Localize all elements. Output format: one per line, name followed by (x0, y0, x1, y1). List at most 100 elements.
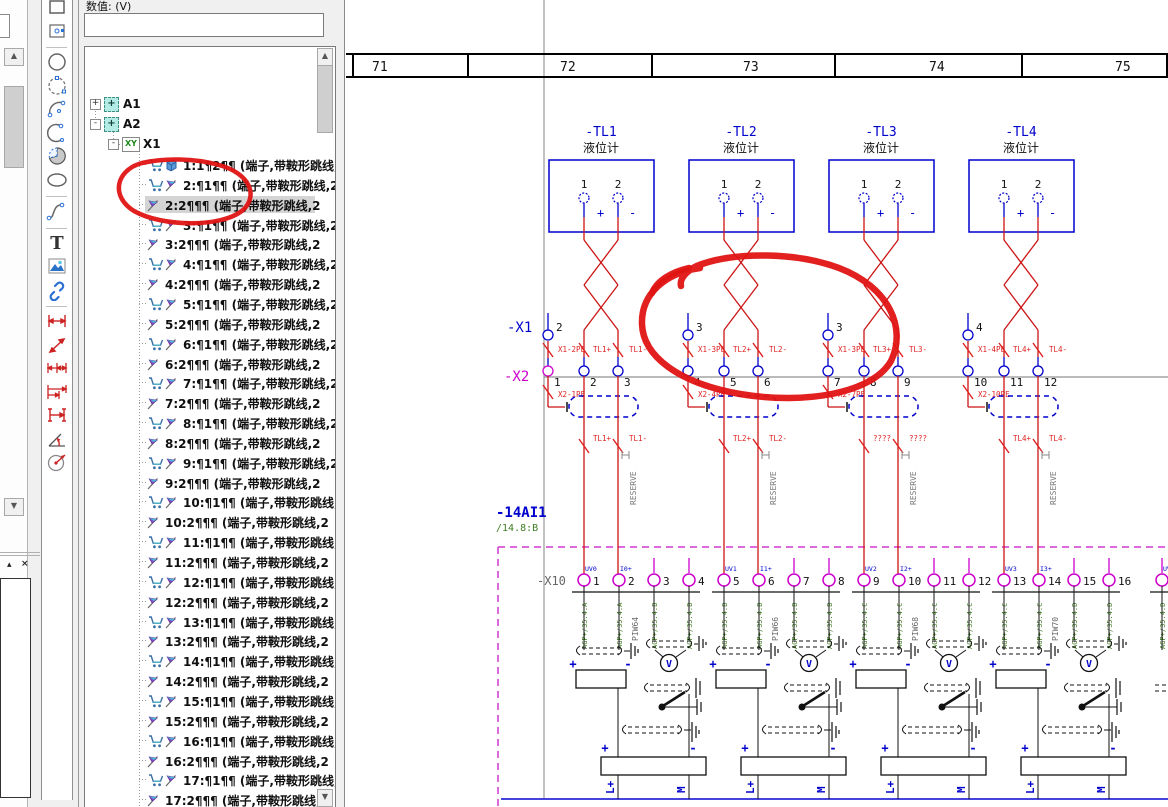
x2-terminal[interactable] (859, 366, 869, 376)
tree-item-terminal[interactable]: 4:2¶¶¶ (端子,带鞍形跳线,2 (146, 275, 314, 293)
rectangle-tool-icon[interactable] (45, 0, 69, 18)
x10-terminal[interactable] (683, 574, 695, 586)
image-tool-icon[interactable] (45, 255, 69, 277)
dimension-radius-tool-icon[interactable] (45, 451, 69, 473)
x10-terminal[interactable] (753, 574, 765, 586)
x10-terminal[interactable] (893, 574, 905, 586)
tree-expander[interactable]: + (90, 99, 101, 110)
tree-item-terminal[interactable]: 5:¶1¶¶ (端子,带鞍形跳线,2 (146, 295, 314, 313)
tree-item-terminal[interactable]: 11:¶1¶¶ (端子,带鞍形跳线,2 (146, 533, 314, 551)
tree-item-terminal[interactable]: 10:2¶¶¶ (端子,带鞍形跳线,2 (146, 513, 314, 531)
x2-terminal[interactable] (753, 366, 763, 376)
x1-terminal[interactable] (823, 330, 833, 340)
scroll-thumb[interactable] (4, 86, 24, 168)
x10-terminal[interactable] (1068, 574, 1080, 586)
mini-docked-panel[interactable] (0, 578, 31, 798)
x10-terminal[interactable] (1103, 574, 1115, 586)
x10-terminal[interactable] (928, 574, 940, 586)
x10-terminal[interactable] (718, 574, 730, 586)
tree-scroll-thumb[interactable] (317, 65, 333, 133)
dimension-chain-tool-icon[interactable] (45, 357, 69, 379)
image-section-tool-icon[interactable] (45, 20, 69, 42)
device-pin[interactable] (859, 193, 869, 203)
tree-item-terminal[interactable]: 11:2¶¶¶ (端子,带鞍形跳线,2 (146, 553, 314, 571)
x10-terminal[interactable] (823, 574, 835, 586)
x2-terminal[interactable] (1033, 366, 1043, 376)
device-pin[interactable] (719, 193, 729, 203)
tree-item-terminal[interactable]: 15:2¶¶¶ (端子,带鞍形跳线,2 (146, 712, 314, 730)
ellipse-tool-icon[interactable] (45, 169, 69, 191)
dimension-baseline-tool-icon[interactable] (45, 381, 69, 403)
x10-terminal[interactable] (1156, 574, 1168, 586)
x2-terminal[interactable] (893, 366, 903, 376)
tree-item-terminal[interactable]: 3:2¶¶¶ (端子,带鞍形跳线,2 (146, 235, 314, 253)
tree-expander[interactable]: - (90, 119, 101, 130)
arc-3point-tool-icon[interactable] (45, 98, 69, 120)
device-pin[interactable] (999, 193, 1009, 203)
x10-terminal[interactable] (788, 574, 800, 586)
x10-terminal[interactable] (1033, 574, 1045, 586)
x10-terminal[interactable] (578, 574, 590, 586)
tree-item-terminal[interactable]: 8:¶1¶¶ (端子,带鞍形跳线,2 (146, 414, 314, 432)
partial-input-field[interactable] (0, 14, 10, 38)
tree-item-terminal[interactable]: 9:¶1¶¶ (端子,带鞍形跳线,2 (146, 454, 314, 472)
hyperlink-tool-icon[interactable] (45, 279, 69, 301)
tree-item-terminal[interactable]: 12:¶1¶¶ (端子,带鞍形跳线,2 (146, 573, 314, 591)
tree-item-terminal[interactable]: 1:1¶2¶¶ (端子,带鞍形跳线,2 (146, 156, 314, 174)
x1-terminal[interactable] (683, 330, 693, 340)
dimension-linear-tool-icon[interactable] (45, 310, 69, 332)
tree-item-terminal[interactable]: 8:2¶¶¶ (端子,带鞍形跳线,2 (146, 434, 314, 452)
tree-item-terminal[interactable]: 14:¶1¶¶ (端子,带鞍形跳线,2 (146, 652, 314, 670)
arc-tool-icon[interactable] (45, 122, 69, 144)
tree-expander[interactable]: - (108, 139, 119, 150)
x2-terminal[interactable] (823, 366, 833, 376)
tree-item-terminal[interactable]: 3:¶1¶¶ (端子,带鞍形跳线,2 (146, 216, 314, 234)
tree-item-terminal[interactable]: 2:¶1¶¶ (端子,带鞍形跳线,2 (146, 176, 314, 194)
tree-item-terminal[interactable]: 4:¶1¶¶ (端子,带鞍形跳线,2 (146, 255, 314, 273)
tree-item-terminal[interactable]: 17:2¶¶¶ (端子,带鞍形跳线,2 (146, 791, 314, 807)
tree-item-terminal[interactable]: 6:2¶¶¶ (端子,带鞍形跳线,2 (146, 355, 314, 373)
tree-item-terminal[interactable]: 15:¶1¶¶ (端子,带鞍形跳线,2 (146, 692, 314, 710)
value-input[interactable] (84, 13, 324, 37)
tree-item-terminal[interactable]: 7:¶1¶¶ (端子,带鞍形跳线,2 (146, 374, 314, 392)
tree-item-terminal[interactable]: 12:2¶¶¶ (端子,带鞍形跳线,2 (146, 593, 314, 611)
x10-terminal[interactable] (648, 574, 660, 586)
x10-terminal[interactable] (613, 574, 625, 586)
tree-scroll-down-button[interactable]: ▼ (317, 789, 333, 807)
device-pin[interactable] (1033, 193, 1043, 203)
tree-item-terminal[interactable]: 13:¶1¶¶ (端子,带鞍形跳线,2 (146, 613, 314, 631)
tree-item-terminal[interactable]: 16:2¶¶¶ (端子,带鞍形跳线,2 (146, 752, 314, 770)
x2-terminal[interactable] (999, 366, 1009, 376)
x1-terminal[interactable] (543, 330, 553, 340)
dock-close-button[interactable]: × (21, 559, 29, 569)
scroll-down-button[interactable]: ▼ (4, 498, 24, 516)
text-tool-icon[interactable]: T (45, 232, 69, 254)
dock-collapse-button[interactable]: ▴ (7, 560, 12, 570)
scroll-up-button[interactable]: ▲ (4, 48, 24, 66)
x10-terminal[interactable] (963, 574, 975, 586)
dimension-reduced-tool-icon[interactable] (45, 404, 69, 426)
tree-item-terminal[interactable]: 5:2¶¶¶ (端子,带鞍形跳线,2 (146, 315, 314, 333)
x1-terminal[interactable] (963, 330, 973, 340)
x2-terminal[interactable] (719, 366, 729, 376)
circle-tool-icon[interactable] (45, 51, 69, 73)
x10-terminal[interactable] (998, 574, 1010, 586)
schematic-canvas[interactable]: 7172737475-X1-X2-X10-14AI1/14.8:B-TL1液位计… (344, 0, 1168, 807)
tree-scroll-up-button[interactable]: ▲ (317, 48, 333, 66)
tree-item-terminal[interactable]: 7:2¶¶¶ (端子,带鞍形跳线,2 (146, 394, 314, 412)
x2-terminal[interactable] (963, 366, 973, 376)
tree-item-terminal[interactable]: 14:2¶¶¶ (端子,带鞍形跳线,2 (146, 672, 314, 690)
x2-terminal[interactable] (543, 366, 553, 376)
dimension-angle-tool-icon[interactable] (45, 428, 69, 450)
device-pin[interactable] (753, 193, 763, 203)
schematic-drawing[interactable]: 7172737475-X1-X2-X10-14AI1/14.8:B-TL1液位计… (345, 0, 1168, 807)
x2-terminal[interactable] (579, 366, 589, 376)
circle-segment-tool-icon[interactable] (45, 75, 69, 97)
spline-tool-icon[interactable] (45, 200, 69, 222)
x2-terminal[interactable] (683, 366, 693, 376)
device-pin[interactable] (579, 193, 589, 203)
tree-item-terminal[interactable]: 9:2¶¶¶ (端子,带鞍形跳线,2 (146, 474, 314, 492)
x10-terminal[interactable] (858, 574, 870, 586)
tree-item-terminal[interactable]: 10:¶1¶¶ (端子,带鞍形跳线,2 (146, 493, 314, 511)
sector-tool-icon[interactable] (45, 145, 69, 167)
